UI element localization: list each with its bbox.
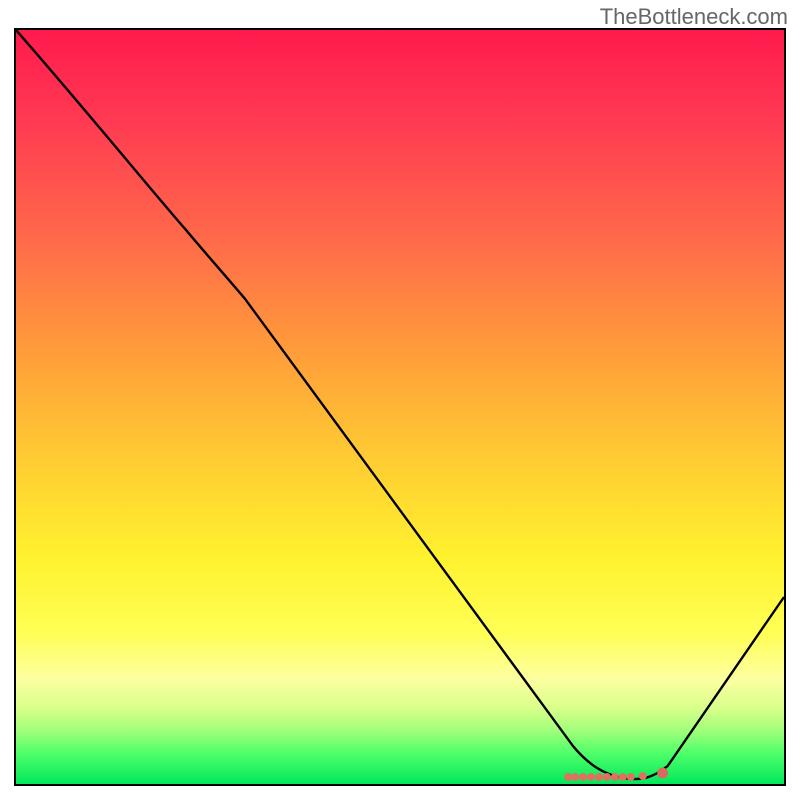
plot-area: [14, 28, 786, 786]
chart-curve-svg: [16, 30, 784, 784]
watermark-text: TheBottleneck.com: [600, 4, 788, 30]
bottleneck-curve: [16, 30, 784, 779]
